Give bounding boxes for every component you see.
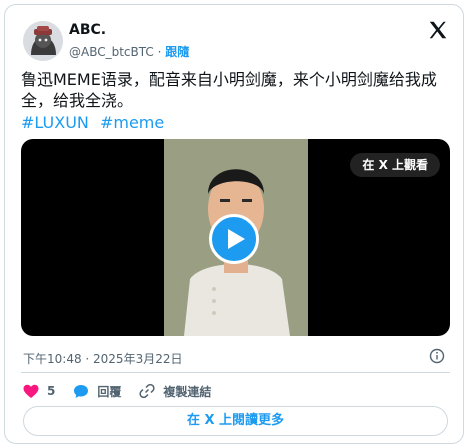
follow-button[interactable]: 跟隨 — [165, 45, 189, 59]
copy-link-button[interactable]: 複製連結 — [139, 383, 211, 400]
tweet-text: 鲁迅MEME语录，配音来自小明剑魔，来个小明剑魔给我成全，给我全浇。 — [21, 70, 437, 110]
like-button[interactable]: 5 — [23, 384, 55, 399]
hashtag-luxun[interactable]: #LUXUN — [21, 113, 89, 132]
avatar[interactable] — [23, 21, 63, 61]
action-bar: 5 回覆 複製連結 — [23, 381, 229, 401]
read-more-button[interactable]: 在 X 上閱讀更多 — [23, 406, 448, 436]
author-name[interactable]: ABC. — [69, 22, 106, 38]
reply-icon — [74, 384, 89, 398]
divider — [21, 372, 450, 373]
separator-dot: · — [157, 45, 162, 59]
hashtag-meme[interactable]: #meme — [100, 113, 164, 132]
info-icon[interactable] — [429, 348, 445, 364]
play-button[interactable] — [209, 214, 259, 264]
author-handle-row: @ABC_btcBTC · 跟隨 — [69, 43, 189, 60]
link-icon — [139, 383, 155, 399]
reply-button[interactable]: 回覆 — [73, 383, 121, 400]
author-handle[interactable]: @ABC_btcBTC — [69, 45, 154, 59]
reply-label: 回覆 — [97, 384, 122, 399]
tweet-timestamp[interactable]: 下午10:48 · 2025年3月22日 — [23, 350, 182, 367]
hashtags: #LUXUN #meme — [21, 113, 170, 132]
tweet-card: ABC. @ABC_btcBTC · 跟隨 鲁迅MEME语录，配音来自小明剑魔，… — [4, 4, 464, 444]
copy-link-label: 複製連結 — [163, 384, 212, 399]
like-count: 5 — [47, 384, 56, 398]
watch-on-x-button[interactable]: 在 X 上觀看 — [350, 153, 440, 177]
heart-icon — [23, 384, 39, 398]
play-icon — [228, 229, 245, 249]
x-logo-icon[interactable] — [427, 19, 449, 41]
video-player[interactable]: 在 X 上觀看 — [21, 139, 450, 336]
